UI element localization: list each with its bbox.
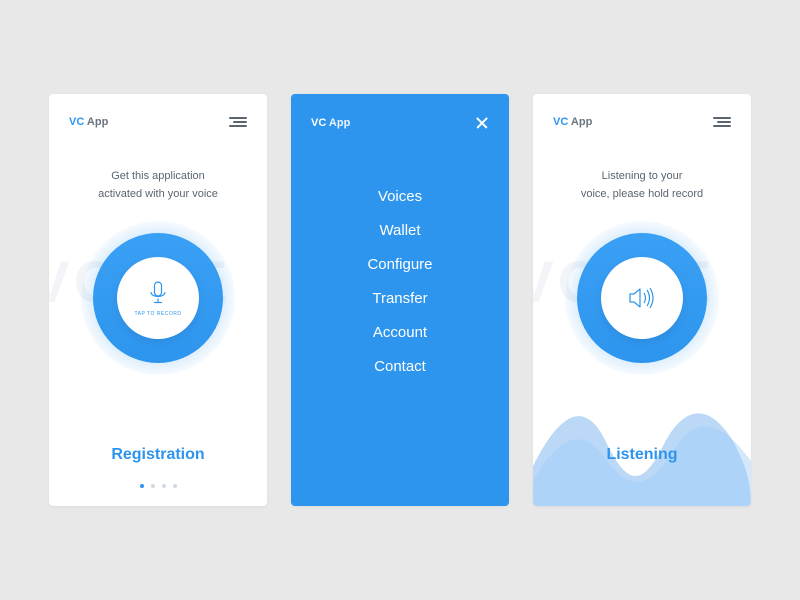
listen-button[interactable] bbox=[577, 233, 707, 363]
header: VC App bbox=[533, 94, 751, 128]
intro-text: Get this application activated with your… bbox=[49, 168, 267, 203]
intro-line: Get this application bbox=[69, 168, 247, 186]
menu-item-account[interactable]: Account bbox=[373, 324, 427, 341]
speaker-icon bbox=[628, 284, 656, 312]
menu-item-wallet[interactable]: Wallet bbox=[379, 222, 420, 239]
app-logo: VC App bbox=[69, 116, 108, 128]
screen-title: Registration bbox=[49, 446, 267, 464]
screen-title: Listening bbox=[533, 446, 751, 464]
intro-line: activated with your voice bbox=[69, 186, 247, 204]
hamburger-icon[interactable] bbox=[713, 117, 731, 127]
page-dot[interactable] bbox=[173, 484, 177, 488]
intro-line: voice, please hold record bbox=[553, 186, 731, 204]
app-logo: VC App bbox=[553, 116, 592, 128]
microphone-icon bbox=[147, 279, 169, 309]
logo-suffix: App bbox=[568, 116, 592, 128]
header: VC App bbox=[291, 94, 509, 130]
logo-suffix: App bbox=[84, 116, 108, 128]
logo-vc: VC bbox=[311, 117, 326, 129]
logo-vc: VC bbox=[553, 116, 568, 128]
menu-item-voices[interactable]: Voices bbox=[378, 188, 422, 205]
intro-line: Listening to your bbox=[553, 168, 731, 186]
menu-item-configure[interactable]: Configure bbox=[367, 256, 432, 273]
registration-screen: VC App VOICE Get this application activa… bbox=[49, 94, 267, 506]
close-icon[interactable] bbox=[475, 116, 489, 130]
page-dot[interactable] bbox=[140, 484, 144, 488]
intro-text: Listening to your voice, please hold rec… bbox=[533, 168, 751, 203]
page-dot[interactable] bbox=[151, 484, 155, 488]
header: VC App bbox=[49, 94, 267, 128]
menu-list: Voices Wallet Configure Transfer Account… bbox=[291, 188, 509, 375]
record-button[interactable]: TAP TO RECORD bbox=[93, 233, 223, 363]
menu-item-transfer[interactable]: Transfer bbox=[372, 290, 427, 307]
tap-label: TAP TO RECORD bbox=[135, 311, 182, 317]
app-logo: VC App bbox=[311, 117, 350, 129]
logo-suffix: App bbox=[326, 117, 350, 129]
hamburger-icon[interactable] bbox=[229, 117, 247, 127]
listening-screen: VC App VOICE Listening to your voice, pl… bbox=[533, 94, 751, 506]
logo-vc: VC bbox=[69, 116, 84, 128]
page-dot[interactable] bbox=[162, 484, 166, 488]
menu-screen: VC App Voices Wallet Configure Transfer … bbox=[291, 94, 509, 506]
menu-item-contact[interactable]: Contact bbox=[374, 358, 426, 375]
page-indicator bbox=[49, 484, 267, 488]
